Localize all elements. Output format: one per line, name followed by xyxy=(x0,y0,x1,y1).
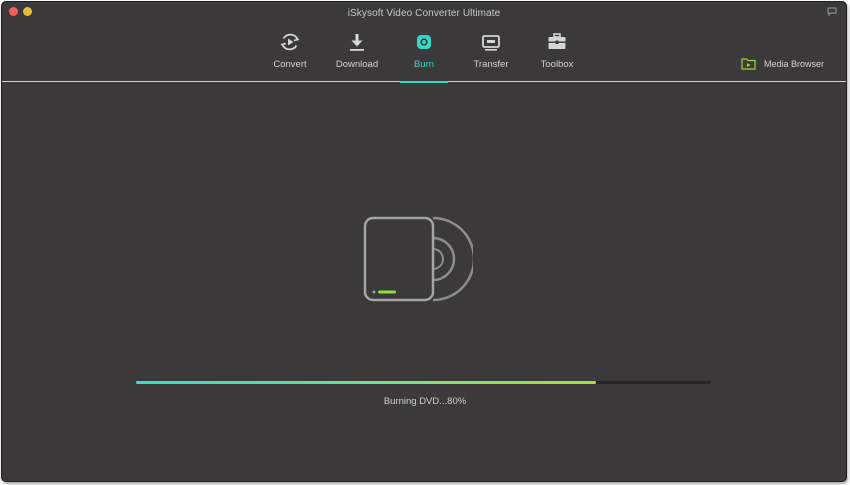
minimize-window-button[interactable] xyxy=(23,7,32,16)
tab-label: Transfer xyxy=(473,59,509,70)
active-tab-indicator xyxy=(400,81,448,83)
window-title: iSkysoft Video Converter Ultimate xyxy=(347,7,501,19)
toolbox-icon xyxy=(545,30,569,54)
burn-icon xyxy=(412,30,436,54)
title-bar: iSkysoft Video Converter Ultimate xyxy=(2,2,846,24)
app-window: iSkysoft Video Converter Ultimate Conver… xyxy=(1,1,847,482)
close-window-button[interactable] xyxy=(9,7,18,16)
burn-status-text: Burning DVD...80% xyxy=(383,396,467,407)
transfer-icon xyxy=(479,30,503,54)
tab-convert[interactable]: Convert xyxy=(257,24,323,82)
tab-download[interactable]: Download xyxy=(324,24,390,82)
convert-icon xyxy=(278,30,302,54)
media-browser-label: Media Browser xyxy=(764,58,825,69)
tab-toolbox[interactable]: Toolbox xyxy=(524,24,590,82)
dvd-case-icon xyxy=(363,216,473,302)
tab-label: Toolbox xyxy=(540,59,574,70)
media-browser-icon xyxy=(741,58,756,70)
media-browser-button[interactable]: Media Browser xyxy=(741,57,824,70)
burn-progress-bar xyxy=(136,381,711,384)
main-toolbar: Convert Download Burn Transfer Toolbox M… xyxy=(2,24,846,82)
tab-burn[interactable]: Burn xyxy=(391,24,457,82)
feedback-icon[interactable] xyxy=(827,7,837,16)
tab-label: Convert xyxy=(273,59,307,70)
burn-progress-fill xyxy=(136,381,596,384)
tab-label: Download xyxy=(335,59,379,70)
tab-transfer[interactable]: Transfer xyxy=(458,24,524,82)
download-icon xyxy=(345,30,369,54)
tab-label: Burn xyxy=(413,59,435,70)
